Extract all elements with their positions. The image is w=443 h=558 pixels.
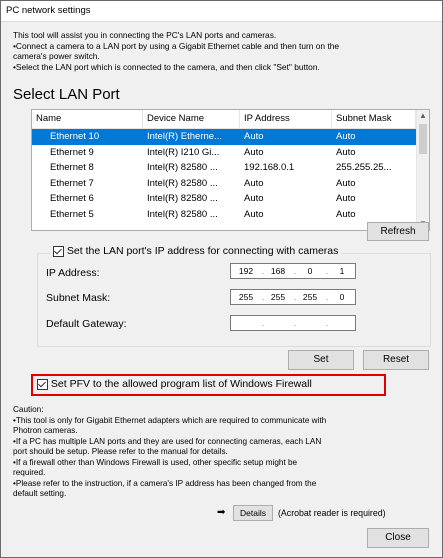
scrollbar-thumb[interactable] — [419, 124, 427, 154]
caution-line: required. — [13, 468, 46, 477]
mask-octet: 0 — [339, 292, 345, 302]
lan-device: Intel(R) 82580 ... — [147, 162, 218, 173]
firewall-label: Set PFV to the allowed program list of W… — [50, 378, 312, 390]
firewall-checkbox[interactable] — [37, 378, 48, 390]
details-button[interactable]: Details — [233, 505, 273, 521]
ip-settings-checkbox[interactable] — [53, 245, 64, 257]
lan-ip: Auto — [244, 177, 264, 189]
lan-mask: 255.255.25... — [336, 162, 392, 173]
intro-text: This tool will assist you in connecting … — [13, 30, 438, 72]
octet-separator: . — [293, 318, 297, 328]
lan-name: Ethernet 9 — [50, 146, 94, 158]
window-title: PC network settings — [1, 1, 442, 22]
lan-mask: Auto — [336, 146, 356, 158]
subnet-mask-label: Subnet Mask: — [46, 292, 111, 304]
caution-line: default setting. — [13, 489, 67, 498]
octet-separator: . — [293, 292, 297, 302]
intro-line: camera's power switch. — [13, 51, 100, 61]
list-item[interactable]: Ethernet 8 Intel(R) 82580 ... 192.168.0.… — [32, 160, 416, 176]
column-header-device-name[interactable]: Device Name — [143, 110, 240, 128]
select-lan-port-heading: Select LAN Port — [13, 86, 120, 103]
lan-device: Intel(R) I210 Gi... — [147, 146, 220, 158]
mask-octet: 255 — [270, 292, 286, 302]
caution-line: port should be setup. Please refer to th… — [13, 447, 228, 456]
pc-network-settings-window: PC network settings This tool will assis… — [0, 0, 443, 558]
refresh-button[interactable]: Refresh — [367, 222, 429, 241]
lan-list-header: Name Device Name IP Address Subnet Mask — [32, 110, 416, 129]
mask-octet: 255 — [302, 292, 318, 302]
column-header-ip-address[interactable]: IP Address — [240, 110, 332, 128]
acrobat-note: (Acrobat reader is required) — [278, 508, 386, 518]
ip-octet: 168 — [270, 266, 286, 276]
lan-device: Intel(R) Etherne... — [147, 131, 222, 142]
octet-separator: . — [325, 292, 329, 302]
lan-mask: Auto — [336, 177, 356, 189]
list-vertical-scrollbar[interactable]: ▲ ▼ — [416, 110, 429, 230]
caution-line: •Please refer to the instruction, if a c… — [13, 478, 317, 488]
ip-address-field[interactable]: 192 . 168 . 0 . 1 — [230, 263, 356, 279]
subnet-mask-field[interactable]: 255 . 255 . 255 . 0 — [230, 289, 356, 305]
set-button[interactable]: Set — [288, 350, 354, 370]
default-gateway-field[interactable]: . . . — [230, 315, 356, 331]
lan-name: Ethernet 8 — [50, 162, 94, 173]
lan-port-list[interactable]: Name Device Name IP Address Subnet Mask … — [31, 109, 430, 231]
lan-name: Ethernet 5 — [50, 208, 94, 220]
octet-separator: . — [261, 292, 265, 302]
mask-octet: 255 — [238, 292, 254, 302]
scroll-up-icon[interactable]: ▲ — [417, 110, 429, 122]
caution-line: •If a PC has multiple LAN ports and they… — [13, 436, 322, 446]
lan-ip: 192.168.0.1 — [244, 162, 295, 173]
ip-octet: 192 — [238, 266, 254, 276]
octet-separator: . — [261, 266, 265, 276]
lan-mask: Auto — [336, 208, 356, 220]
firewall-option[interactable]: Set PFV to the allowed program list of W… — [37, 378, 312, 390]
intro-line: •Connect a camera to a LAN port by using… — [13, 40, 340, 51]
list-item[interactable]: Ethernet 10 Intel(R) Etherne... Auto Aut… — [32, 129, 416, 145]
list-item[interactable]: Ethernet 7 Intel(R) 82580 ... Auto Auto — [32, 176, 416, 192]
lan-mask: Auto — [336, 131, 356, 142]
intro-line: This tool will assist you in connecting … — [13, 30, 277, 40]
ip-settings-legend[interactable]: Set the LAN port's IP address for connec… — [50, 245, 342, 257]
list-item[interactable]: Ethernet 5 Intel(R) 82580 ... Auto Auto — [32, 207, 416, 223]
reset-button[interactable]: Reset — [363, 350, 429, 370]
lan-name: Ethernet 10 — [50, 131, 100, 142]
list-item[interactable]: Ethernet 6 Intel(R) 82580 ... Auto Auto — [32, 191, 416, 207]
lan-device: Intel(R) 82580 ... — [147, 208, 218, 220]
ip-octet: 0 — [307, 266, 313, 276]
intro-line: •Select the LAN port which is connected … — [13, 61, 320, 72]
lan-ip: Auto — [244, 131, 264, 142]
lan-name: Ethernet 7 — [50, 177, 94, 189]
caution-line: •If a firewall other than Windows Firewa… — [13, 457, 298, 467]
lan-ip: Auto — [244, 146, 264, 158]
default-gateway-label: Default Gateway: — [46, 318, 127, 330]
lan-ip: Auto — [244, 193, 264, 204]
lan-list-rows: Ethernet 10 Intel(R) Etherne... Auto Aut… — [32, 129, 416, 222]
close-button[interactable]: Close — [367, 528, 429, 548]
lan-name: Ethernet 6 — [50, 193, 94, 204]
arrow-right-icon: ➡ — [217, 507, 226, 518]
octet-separator: . — [293, 266, 297, 276]
column-header-name[interactable]: Name — [32, 110, 143, 128]
column-header-subnet-mask[interactable]: Subnet Mask — [332, 110, 416, 128]
caution-line: Caution: — [13, 405, 44, 414]
octet-separator: . — [261, 318, 265, 328]
caution-line: Photron cameras. — [13, 426, 78, 435]
lan-mask: Auto — [336, 193, 356, 204]
ip-settings-legend-label: Set the LAN port's IP address for connec… — [66, 245, 339, 257]
lan-device: Intel(R) 82580 ... — [147, 193, 218, 204]
caution-text: Caution: •This tool is only for Gigabit … — [13, 405, 443, 500]
ip-address-label: IP Address: — [46, 267, 100, 279]
ip-octet: 1 — [339, 266, 345, 276]
lan-ip: Auto — [244, 208, 264, 220]
caution-line: •This tool is only for Gigabit Ethernet … — [13, 415, 327, 425]
octet-separator: . — [325, 266, 329, 276]
octet-separator: . — [325, 318, 329, 328]
lan-device: Intel(R) 82580 ... — [147, 177, 218, 189]
list-item[interactable]: Ethernet 9 Intel(R) I210 Gi... Auto Auto — [32, 145, 416, 161]
